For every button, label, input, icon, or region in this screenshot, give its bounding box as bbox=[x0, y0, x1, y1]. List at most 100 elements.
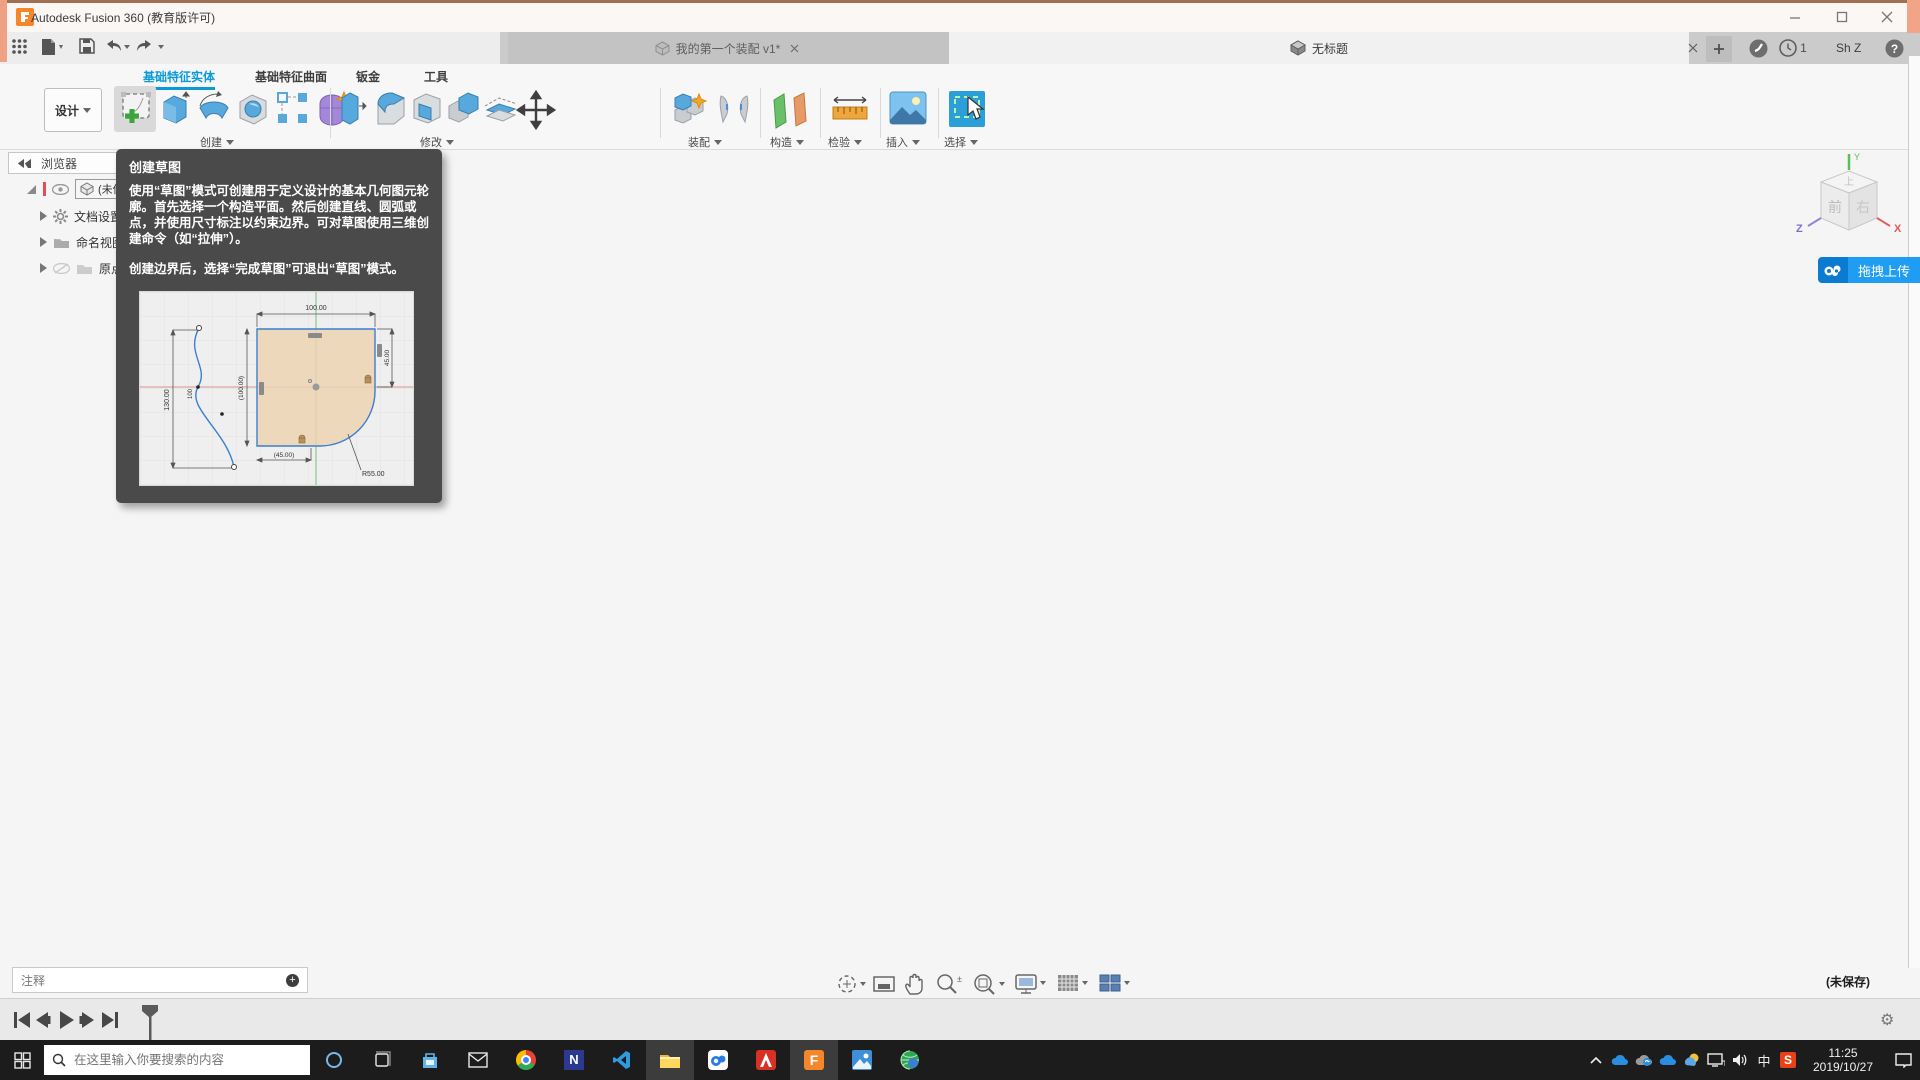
pan-tool[interactable] bbox=[903, 972, 927, 996]
look-at-tool[interactable] bbox=[872, 972, 896, 996]
group-select[interactable]: 选择 bbox=[944, 134, 978, 150]
ribbon-tab-surface[interactable]: 基础特征曲面 bbox=[255, 68, 327, 85]
grid-snap-tool[interactable] bbox=[1056, 972, 1090, 996]
group-assemble[interactable]: 装配 bbox=[688, 134, 722, 150]
browser-item-document-settings[interactable]: 文档设置 bbox=[40, 205, 122, 227]
task-view-button[interactable] bbox=[358, 1040, 406, 1080]
app-baidu-netdisk-icon[interactable] bbox=[694, 1040, 742, 1080]
job-status-icon[interactable] bbox=[1748, 38, 1768, 58]
expand-triangle-icon[interactable] bbox=[40, 237, 47, 247]
eye-icon[interactable] bbox=[52, 183, 69, 195]
app-file-explorer-icon[interactable] bbox=[646, 1040, 694, 1080]
create-sketch-button[interactable] bbox=[119, 90, 155, 128]
file-menu-icon[interactable] bbox=[40, 38, 66, 56]
group-inspect[interactable]: 检验 bbox=[828, 134, 862, 150]
weather-chat-icon[interactable] bbox=[1680, 1040, 1704, 1080]
expand-triangle-icon[interactable] bbox=[40, 211, 47, 221]
press-pull-button[interactable] bbox=[339, 90, 369, 130]
network-display-icon[interactable] bbox=[1704, 1040, 1728, 1080]
cube-face-top[interactable]: 上 bbox=[1844, 176, 1854, 188]
app-store-icon[interactable] bbox=[406, 1040, 454, 1080]
comment-input[interactable]: 注释 + bbox=[12, 967, 308, 993]
zoom-tool[interactable]: ± bbox=[935, 972, 963, 996]
expand-triangle-icon[interactable] bbox=[26, 184, 37, 195]
joint-button[interactable] bbox=[715, 90, 753, 130]
tray-expand-icon[interactable] bbox=[1584, 1040, 1608, 1080]
ribbon-tab-tools[interactable]: 工具 bbox=[424, 68, 448, 85]
browser-item-origin[interactable]: 原点 bbox=[40, 257, 123, 279]
timeline-settings-gear-icon[interactable]: ⚙ bbox=[1880, 1010, 1894, 1030]
app-grid-icon[interactable] bbox=[11, 38, 28, 55]
app-red-a-icon[interactable] bbox=[742, 1040, 790, 1080]
rectangular-pattern-button[interactable] bbox=[276, 90, 310, 128]
combine-button[interactable] bbox=[447, 90, 481, 128]
viewports-tool[interactable] bbox=[1098, 972, 1132, 996]
fillet-button[interactable] bbox=[374, 90, 408, 128]
app-vscode-icon[interactable] bbox=[598, 1040, 646, 1080]
display-settings-tool[interactable] bbox=[1014, 972, 1048, 996]
browser-root-row[interactable]: (未保存) bbox=[26, 178, 119, 200]
volume-icon[interactable] bbox=[1728, 1040, 1752, 1080]
redo-icon[interactable] bbox=[137, 38, 165, 54]
cube-face-front[interactable]: 前 bbox=[1828, 199, 1842, 215]
maximize-button[interactable] bbox=[1827, 8, 1857, 26]
start-button[interactable] bbox=[0, 1040, 44, 1080]
revolve-button[interactable] bbox=[196, 90, 232, 128]
ribbon-tab-sheetmetal[interactable]: 钣金 bbox=[356, 68, 380, 85]
group-construct[interactable]: 构造 bbox=[770, 134, 804, 150]
timeline-marker[interactable] bbox=[141, 1004, 159, 1040]
new-component-button[interactable] bbox=[671, 90, 711, 130]
user-account-button[interactable]: Sh Z bbox=[1836, 41, 1861, 55]
tab-my-first-assembly[interactable]: 我的第一个装配 v1* bbox=[508, 32, 949, 64]
new-tab-button[interactable] bbox=[1706, 36, 1732, 62]
cube-face-right[interactable]: 右 bbox=[1856, 199, 1870, 215]
app-browser-globe-icon[interactable] bbox=[886, 1040, 934, 1080]
minimize-button[interactable] bbox=[1780, 8, 1810, 26]
undo-icon[interactable] bbox=[103, 38, 131, 54]
help-icon[interactable]: ? bbox=[1884, 38, 1904, 58]
expand-triangle-icon[interactable] bbox=[40, 263, 47, 273]
app-photos-icon[interactable] bbox=[838, 1040, 886, 1080]
taskbar-clock[interactable]: 11:25 2019/10/27 bbox=[1804, 1046, 1882, 1074]
drag-upload-badge[interactable]: 拖拽上传 bbox=[1818, 257, 1920, 283]
taskbar-search[interactable] bbox=[44, 1045, 310, 1075]
eye-hidden-icon[interactable] bbox=[53, 262, 70, 274]
workspace-dropdown[interactable]: 设计 bbox=[44, 88, 102, 132]
group-insert[interactable]: 插入 bbox=[886, 134, 920, 150]
root-document-button[interactable]: (未保存) bbox=[75, 179, 119, 199]
browser-item-named-views[interactable]: 命名视图 bbox=[40, 231, 124, 253]
close-button[interactable] bbox=[1872, 8, 1902, 26]
save-icon[interactable] bbox=[79, 38, 95, 54]
tab-untitled[interactable]: 无标题 bbox=[949, 32, 1689, 64]
group-modify[interactable]: 修改 bbox=[420, 134, 454, 150]
ime-indicator[interactable]: 中 bbox=[1752, 1040, 1776, 1080]
search-input[interactable] bbox=[72, 1052, 286, 1068]
split-body-button[interactable] bbox=[484, 90, 518, 128]
cloud-sync-icon[interactable] bbox=[1632, 1040, 1656, 1080]
action-center-icon[interactable] bbox=[1886, 1040, 1920, 1080]
add-comment-icon[interactable]: + bbox=[286, 973, 299, 987]
shell-button[interactable] bbox=[410, 90, 444, 128]
onedrive-cloud-icon-2[interactable] bbox=[1656, 1040, 1680, 1080]
app-chrome-icon[interactable] bbox=[502, 1040, 550, 1080]
tab-close-icon[interactable] bbox=[786, 40, 802, 56]
sweep-button[interactable] bbox=[236, 90, 272, 128]
sogou-input-icon[interactable]: S bbox=[1776, 1040, 1800, 1080]
zoom-window-tool[interactable] bbox=[972, 972, 1006, 996]
view-cube[interactable]: Y 上 前 右 Z X bbox=[1790, 150, 1910, 262]
orbit-tool[interactable] bbox=[836, 972, 866, 996]
construct-plane-button[interactable] bbox=[770, 90, 812, 130]
collapse-panel-icon[interactable] bbox=[18, 158, 31, 168]
extrude-button[interactable] bbox=[160, 90, 192, 130]
timeline-playback-controls[interactable] bbox=[14, 1010, 124, 1030]
move-copy-button[interactable] bbox=[516, 90, 556, 130]
app-mail-icon[interactable] bbox=[454, 1040, 502, 1080]
notification-clock[interactable]: 1 bbox=[1776, 38, 1810, 58]
cortana-button[interactable] bbox=[310, 1040, 358, 1080]
app-fusion360-icon[interactable]: F bbox=[790, 1040, 838, 1080]
insert-image-button[interactable] bbox=[888, 90, 928, 126]
app-n-icon[interactable]: N bbox=[550, 1040, 598, 1080]
onedrive-cloud-icon[interactable] bbox=[1608, 1040, 1632, 1080]
measure-button[interactable] bbox=[830, 90, 870, 130]
group-create[interactable]: 创建 bbox=[200, 134, 234, 150]
